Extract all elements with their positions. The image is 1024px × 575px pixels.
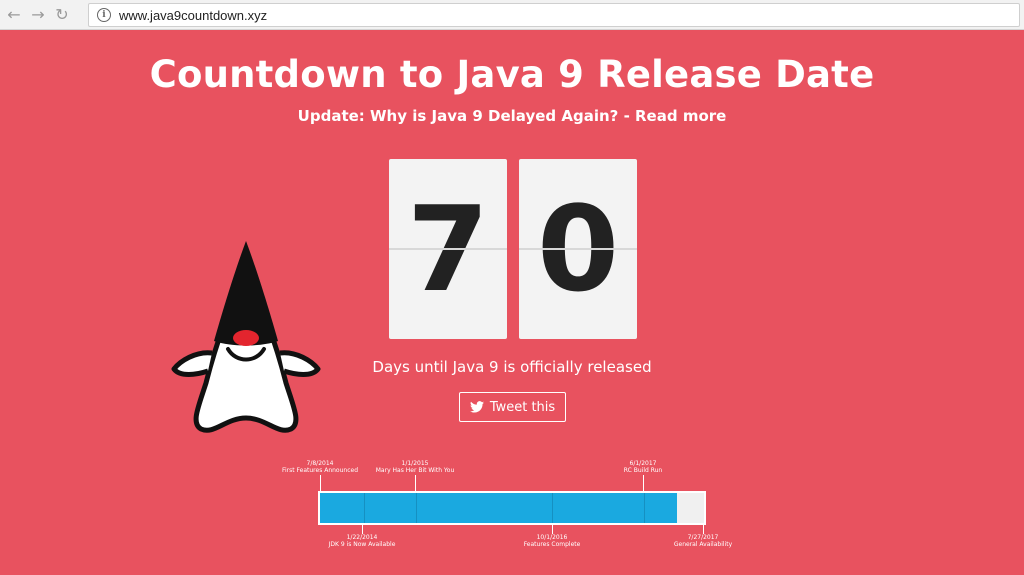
countdown-digit-2: 0 — [536, 180, 620, 318]
timeline-milestone: 7/8/2014 First Features Announced — [265, 460, 375, 474]
timeline-tick — [644, 493, 645, 523]
duke-mascot-icon — [171, 241, 321, 433]
address-bar[interactable]: i www.java9countdown.xyz — [88, 3, 1020, 27]
twitter-bird-icon — [469, 401, 484, 413]
days-caption: Days until Java 9 is officially released — [372, 358, 652, 376]
milestone-label: General Availability — [673, 541, 733, 548]
timeline-milestone: 7/27/2017 General Availability — [648, 534, 758, 548]
timeline-milestone: 1/1/2015 Mary Has Her Bit With You — [360, 460, 470, 474]
timeline-milestone: 6/1/2017 RC Build Run — [588, 460, 698, 474]
info-icon[interactable]: i — [97, 8, 111, 22]
timeline-tick — [552, 493, 553, 523]
countdown-digit-card-2: 0 — [519, 159, 637, 339]
timeline-progress-fill — [320, 493, 678, 523]
url-text[interactable]: www.java9countdown.xyz — [119, 8, 267, 23]
countdown-digit-card-1: 7 — [389, 159, 507, 339]
timeline-tick — [364, 493, 365, 523]
milestone-date: 1/1/2015 — [401, 460, 429, 467]
page-title: Countdown to Java 9 Release Date — [149, 53, 875, 96]
timeline-milestone: 10/1/2016 Features Complete — [497, 534, 607, 548]
timeline-milestone: 1/22/2014 JDK 9 is Now Available — [307, 534, 417, 548]
forward-icon[interactable]: → — [28, 5, 48, 25]
back-icon[interactable]: ← — [4, 5, 24, 25]
page-content: Countdown to Java 9 Release Date Update:… — [0, 31, 1024, 575]
milestone-label: First Features Announced — [281, 467, 359, 474]
milestone-connector — [703, 525, 704, 534]
browser-toolbar: ← → ↻ i www.java9countdown.xyz — [0, 0, 1024, 30]
tweet-button[interactable]: Tweet this — [459, 392, 566, 422]
milestone-label: JDK 9 is Now Available — [328, 541, 396, 548]
timeline-tick — [416, 493, 417, 523]
milestone-date: 1/22/2014 — [346, 534, 378, 541]
milestone-connector — [552, 525, 553, 534]
update-link[interactable]: Update: Why is Java 9 Delayed Again? - R… — [0, 107, 1024, 125]
milestone-label: Mary Has Her Bit With You — [375, 467, 455, 474]
milestone-connector — [320, 475, 321, 491]
countdown-digit-1: 7 — [406, 180, 490, 318]
tweet-button-label: Tweet this — [489, 399, 556, 415]
milestone-connector — [362, 525, 363, 534]
milestone-connector — [415, 475, 416, 491]
milestone-label: Features Complete — [523, 541, 581, 548]
milestone-connector — [643, 475, 644, 491]
milestone-date: 10/1/2016 — [536, 534, 568, 541]
milestone-date: 7/8/2014 — [306, 460, 334, 467]
milestone-date: 7/27/2017 — [687, 534, 719, 541]
milestone-date: 6/1/2017 — [629, 460, 657, 467]
milestone-label: RC Build Run — [623, 467, 663, 474]
release-timeline-bar — [318, 491, 706, 525]
reload-icon[interactable]: ↻ — [52, 5, 72, 25]
